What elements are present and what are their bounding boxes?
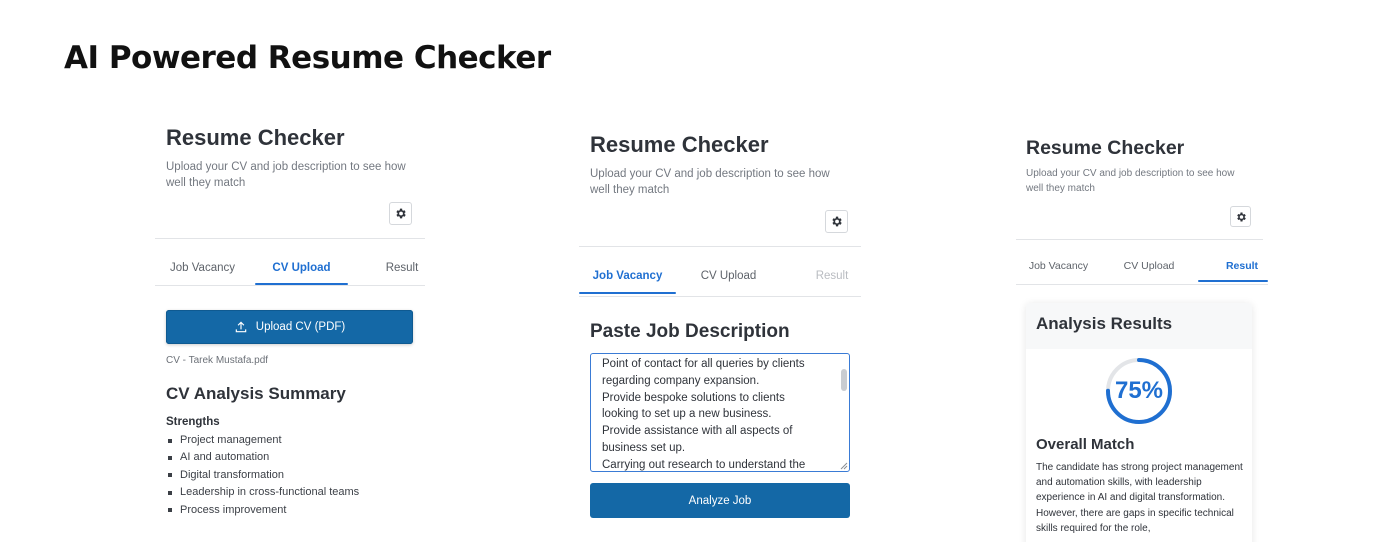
tab-cv-upload[interactable]: CV Upload: [1118, 260, 1180, 272]
list-item: Digital transformation: [168, 467, 359, 484]
divider: [155, 238, 425, 239]
gear-icon: [832, 216, 842, 227]
job-description-textarea[interactable]: Point of contact for all queries by clie…: [590, 353, 850, 472]
app-subtitle: Upload your CV and job description to se…: [1026, 168, 1235, 194]
tab-job-vacancy[interactable]: Job Vacancy: [1026, 260, 1091, 272]
tab-result: Result: [815, 270, 849, 282]
strengths-list: Project management AI and automation Dig…: [168, 432, 359, 519]
tabs-divider: [155, 285, 425, 286]
upload-cv-button[interactable]: Upload CV (PDF): [166, 310, 413, 344]
analyze-job-button[interactable]: Analyze Job: [590, 483, 850, 518]
textarea-line: Provide bespoke solutions to clients: [602, 391, 785, 404]
textarea-line: looking to set up a new business.: [602, 408, 772, 421]
resize-grip-icon[interactable]: [840, 462, 848, 470]
tab-cv-upload[interactable]: CV Upload: [255, 262, 348, 274]
tab-result[interactable]: Result: [377, 262, 427, 274]
overall-match-text: The candidate has strong project managem…: [1036, 462, 1243, 534]
app-subtitle: Upload your CV and job description to se…: [166, 161, 406, 189]
list-item: AI and automation: [168, 449, 359, 466]
app-title: Resume Checker: [1026, 137, 1185, 159]
list-item: Leadership in cross-functional teams: [168, 484, 359, 501]
gear-icon: [396, 208, 406, 219]
settings-button[interactable]: [825, 210, 848, 233]
gear-icon: [1236, 212, 1246, 221]
app-title: Resume Checker: [166, 125, 345, 150]
divider: [1016, 239, 1263, 240]
overall-match-heading: Overall Match: [1036, 436, 1135, 453]
tab-job-vacancy[interactable]: Job Vacancy: [579, 270, 676, 282]
textarea-line: Point of contact for all queries by clie…: [602, 358, 805, 370]
textarea-line: regarding company expansion.: [602, 374, 760, 387]
panel-result: Resume Checker Upload your CV and job de…: [1016, 137, 1276, 542]
divider: [579, 246, 861, 247]
active-tab-indicator: [1198, 280, 1268, 282]
settings-button[interactable]: [1230, 206, 1251, 227]
tab-result[interactable]: Result: [1198, 260, 1276, 272]
tabs-divider: [579, 296, 861, 297]
settings-button[interactable]: [389, 202, 412, 225]
tab-cv-upload[interactable]: CV Upload: [691, 270, 766, 282]
cv-summary-heading: CV Analysis Summary: [166, 384, 346, 403]
app-title: Resume Checker: [590, 132, 769, 157]
textarea-scrollbar[interactable]: [841, 369, 847, 391]
tabs-divider: [1016, 284, 1268, 285]
uploaded-file-name: CV - Tarek Mustafa.pdf: [166, 355, 269, 366]
panel-cv-upload: Resume Checker Upload your CV and job de…: [155, 125, 430, 545]
textarea-line: Carrying out research to understand the: [602, 458, 806, 471]
tab-job-vacancy[interactable]: Job Vacancy: [165, 262, 240, 274]
analysis-results-card: Analysis Results 75% Overall Match The c…: [1026, 303, 1252, 542]
list-item: Process improvement: [168, 502, 359, 519]
match-percent-label: 75%: [1114, 377, 1164, 404]
textarea-line: business set up.: [602, 441, 686, 454]
upload-icon: [235, 321, 247, 333]
panel-job-vacancy: Resume Checker Upload your CV and job de…: [579, 132, 864, 532]
active-tab-indicator: [579, 292, 676, 294]
job-description-heading: Paste Job Description: [590, 321, 790, 342]
strengths-heading: Strengths: [166, 416, 220, 428]
analysis-results-heading: Analysis Results: [1036, 314, 1173, 333]
upload-cv-label: Upload CV (PDF): [255, 321, 346, 333]
page-headline: AI Powered Resume Checker: [64, 40, 551, 76]
list-item: Project management: [168, 432, 359, 449]
app-subtitle: Upload your CV and job description to se…: [590, 168, 830, 196]
textarea-line: Provide assistance with all aspects of: [602, 425, 793, 438]
